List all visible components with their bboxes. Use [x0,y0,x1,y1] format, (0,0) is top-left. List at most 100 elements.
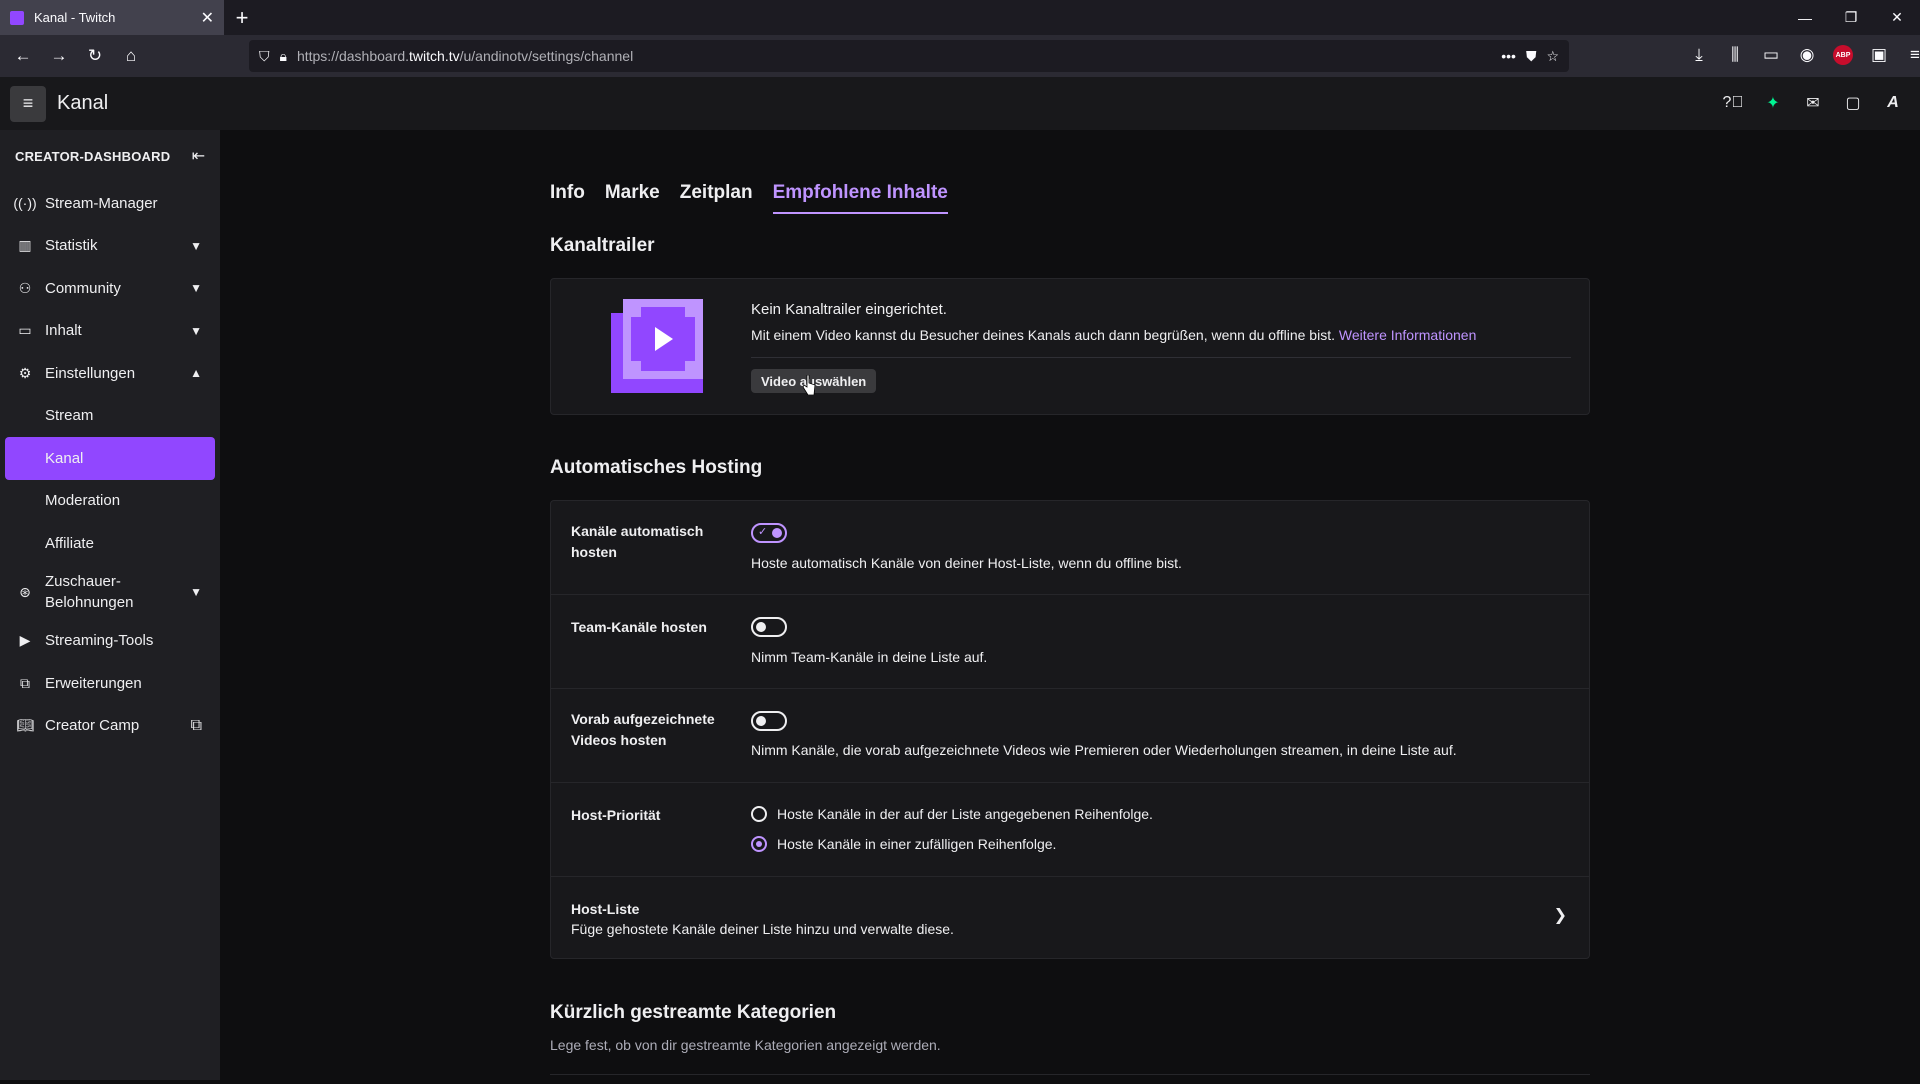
priority-option-label: Hoste Kanäle in einer zufälligen Reihenf… [777,836,1057,852]
sidebar-item-label: Zuschauer- Belohnungen [45,573,134,611]
sidebar-item-label: Erweiterungen [45,674,142,692]
inbox-icon[interactable]: ✉ [1802,87,1824,119]
radio-unselected[interactable] [751,806,767,822]
forward-icon[interactable]: → [44,41,74,71]
auto-host-toggle[interactable]: ✓ [751,523,787,543]
adblock-icon: ABP [1833,45,1853,65]
sidebar-item-stream-manager[interactable]: ((·)) Stream-Manager [0,182,220,225]
browser-tab-title: Kanal - Twitch [34,10,116,25]
trailer-card: Kein Kanaltrailer eingerichtet. Mit eine… [550,278,1590,415]
tab-zeitplan[interactable]: Zeitplan [680,182,753,214]
priority-option-list-order[interactable]: Hoste Kanäle in der auf der Liste angege… [751,799,1153,829]
toggle-knob [756,622,766,632]
lock-icon[interactable]: 🔒︎ [280,48,287,65]
chevron-down-icon: ▼ [190,238,202,253]
trailer-section-title: Kanaltrailer [550,235,655,256]
tab-info[interactable]: Info [550,182,585,214]
more-info-link[interactable]: Weitere Informationen [1339,327,1476,343]
bookmark-star-icon[interactable]: ☆ [1546,48,1559,65]
vod-host-toggle[interactable] [751,711,787,731]
categories-description: Lege fest, ob von dir gestreamte Kategor… [550,1037,941,1053]
tab-empfohlene-inhalte[interactable]: Empfohlene Inhalte [772,182,948,214]
vod-host-description: Nimm Kanäle, die vorab aufgezeichnete Vi… [751,742,1457,758]
url-bar[interactable]: ⛉ 🔒︎ https://dashboard.twitch.tv/u/andin… [249,40,1569,72]
sidebar-item-streaming-tools[interactable]: ▶ Streaming-Tools [0,620,220,663]
team-host-row: Team-Kanäle hosten Nimm Team-Kanäle in d… [551,595,1589,689]
sidebar-icon[interactable]: ▭ [1756,40,1786,70]
settings-icon: ⚙ [18,364,32,381]
dashboard-topbar: ≡ Kanal ?⃝ ✦ ✉ ▢ A [0,77,1920,130]
toggle-knob [772,528,782,538]
sidebar-item-statistik[interactable]: ▥ Statistik ▼ [0,225,220,268]
download-icon[interactable]: ⤓ [1684,40,1714,70]
chevron-right-icon[interactable]: ❯ [1554,905,1567,925]
menu-toggle-button[interactable]: ≡ [10,85,46,122]
sidebar-item-zuschauer-belohnungen[interactable]: ⊛ Zuschauer- Belohnungen ▼ [0,565,220,620]
host-list-description: Füge gehostete Kanäle deiner Liste hinzu… [571,921,954,937]
account-icon[interactable]: ◉ [1792,40,1822,70]
trailer-status: Kein Kanaltrailer eingerichtet. [751,301,947,318]
sidebar-item-erweiterungen[interactable]: ⧉ Erweiterungen [0,662,220,705]
browser-toolbar-right: ⤓ ⫼ ▭ ◉ ABP ▣ ≡ [1684,40,1920,70]
minimize-icon[interactable]: — [1782,0,1828,35]
video-illustration-icon [611,299,703,393]
auto-host-label: Kanäle automatisch hosten [571,523,704,560]
sidebar-item-moderation[interactable]: Moderation [0,480,220,523]
whisper-icon[interactable]: ▢ [1842,87,1864,119]
host-list-row[interactable]: Host-Liste Füge gehostete Kanäle deiner … [551,877,1589,959]
hamburger-menu-icon[interactable]: ≡ [1900,40,1920,70]
sidebar-item-einstellungen[interactable]: ⚙ Einstellungen ▲ [0,352,220,395]
url-text[interactable]: https://dashboard.twitch.tv/u/andinotv/s… [297,48,1491,64]
priority-option-label: Hoste Kanäle in der auf der Liste angege… [777,806,1153,822]
more-actions-icon[interactable]: ••• [1501,48,1516,64]
priority-option-random[interactable]: Hoste Kanäle in einer zufälligen Reihenf… [751,829,1153,859]
reload-icon[interactable]: ↻ [80,41,110,71]
sidebar-item-inhalt[interactable]: ▭ Inhalt ▼ [0,310,220,353]
new-tab-button[interactable]: + [224,0,260,35]
rewards-icon: ⊛ [19,583,31,600]
adblock-button[interactable]: ABP [1828,40,1858,70]
sidebar-item-label: Community [45,279,121,297]
content-icon: ▭ [18,322,32,339]
sidebar-item-affiliate[interactable]: Affiliate [0,522,220,565]
sidebar-item-label: Creator Camp [45,717,140,735]
sidebar-item-label: Einstellungen [45,364,136,382]
community-icon: ⚇ [18,279,32,296]
back-icon[interactable]: ← [8,41,38,71]
radio-selected[interactable] [751,836,767,852]
sidebar-item-kanal[interactable]: Kanal [5,437,215,480]
restore-icon[interactable]: ❐ [1828,0,1874,35]
hosting-card: Kanäle automatisch hosten ✓ Hoste automa… [550,500,1590,959]
sparkle-icon[interactable]: ✦ [1762,87,1784,119]
avatar[interactable]: A [1882,87,1904,119]
extension-icon[interactable]: ▣ [1864,40,1894,70]
collapse-sidebar-icon[interactable]: ⇤ [192,146,205,166]
team-host-toggle[interactable] [751,617,787,637]
chevron-down-icon: ▼ [190,323,202,338]
library-icon[interactable]: ⫼ [1720,40,1750,70]
browser-navbar: ← → ↻ ⌂ ⛉ 🔒︎ https://dashboard.twitch.tv… [0,35,1920,77]
trailer-text: Kein Kanaltrailer eingerichtet. Mit eine… [751,301,1571,358]
shield-icon[interactable]: ⛉ [259,48,270,65]
sidebar-item-label: Streaming-Tools [45,632,154,650]
close-tab-icon[interactable]: ✕ [201,8,214,28]
sidebar-item-community[interactable]: ⚇ Community ▼ [0,267,220,310]
trailer-description: Mit einem Video kannst du Besucher deine… [751,327,1571,358]
browser-tab[interactable]: Kanal - Twitch ✕ [0,0,224,35]
host-priority-row: Host-Priorität Hoste Kanäle in der auf d… [551,783,1589,877]
categories-section-title: Kürzlich gestreamte Kategorien [550,1002,837,1023]
sidebar-item-stream[interactable]: Stream [0,395,220,438]
sidebar-header: CREATOR-DASHBOARD ⇤ [0,130,220,182]
help-icon[interactable]: ?⃝ [1722,87,1744,119]
sidebar-item-label: Statistik [45,237,98,255]
book-icon: 📖︎ [16,717,34,734]
sidebar-item-creator-camp[interactable]: 📖︎ Creator Camp ⧉ [0,705,220,748]
topbar-actions: ?⃝ ✦ ✉ ▢ A [1722,87,1904,119]
home-icon[interactable]: ⌂ [116,41,146,71]
pocket-icon[interactable]: ⛊ [1526,48,1537,65]
tab-marke[interactable]: Marke [605,182,660,214]
check-icon: ✓ [758,526,768,538]
window-controls: — ❐ ✕ [1782,0,1920,35]
hosting-section-title: Automatisches Hosting [550,457,763,478]
close-window-icon[interactable]: ✕ [1874,0,1920,35]
